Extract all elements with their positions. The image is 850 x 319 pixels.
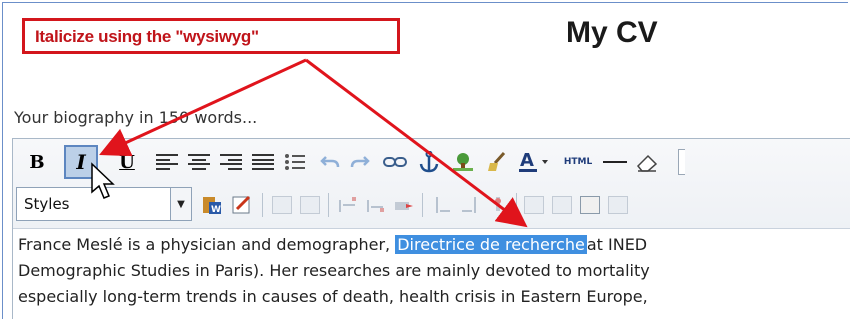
mouse-cursor-icon — [91, 162, 115, 199]
annotation-arrows — [91, 58, 528, 228]
arrow-to-text — [305, 58, 528, 228]
arrow-to-italic — [99, 58, 307, 157]
